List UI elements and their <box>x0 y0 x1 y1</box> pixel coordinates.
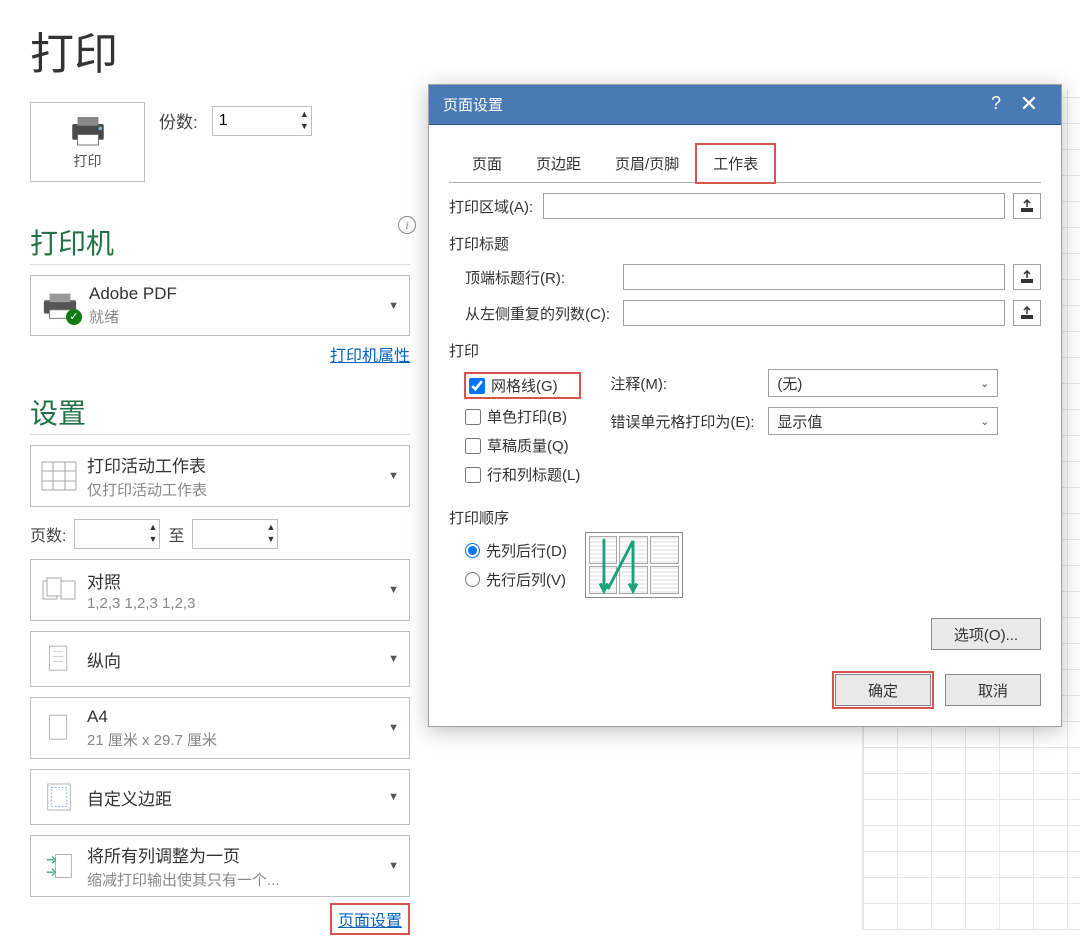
page-icon <box>41 709 77 747</box>
errors-label: 错误单元格打印为(E): <box>610 411 760 432</box>
worksheet-icon <box>41 457 77 495</box>
settings-section-header: 设置 <box>30 392 410 435</box>
top-rows-input[interactable] <box>623 264 1005 290</box>
info-icon[interactable]: i <box>398 216 416 234</box>
print-scope-selector[interactable]: 打印活动工作表 仅打印活动工作表 ▼ <box>30 445 410 507</box>
collapse-dialog-icon[interactable] <box>1013 264 1041 290</box>
page-order-label: 打印顺序 <box>449 507 1041 528</box>
page-setup-link[interactable]: 页面设置 <box>338 913 402 930</box>
gridlines-label: 网格线(G) <box>491 375 558 396</box>
printer-icon <box>67 113 109 149</box>
chevron-down-icon: ▼ <box>388 584 399 596</box>
bw-checkbox[interactable] <box>465 409 481 425</box>
bw-label: 单色打印(B) <box>487 406 567 427</box>
draft-checkbox[interactable] <box>465 438 481 454</box>
rowcol-checkbox-row[interactable]: 行和列标题(L) <box>465 464 580 485</box>
page-setup-link-highlight: 页面设置 <box>330 903 410 935</box>
collapse-dialog-icon[interactable] <box>1013 300 1041 326</box>
scaling-selector[interactable]: 将所有列调整为一页 缩减打印输出使其只有一个... ▼ <box>30 835 410 897</box>
collapse-dialog-icon[interactable] <box>1013 193 1041 219</box>
tab-header-footer[interactable]: 页眉/页脚 <box>598 144 696 183</box>
pages-label: 页数: <box>30 522 66 546</box>
page-title: 打印 <box>30 18 410 82</box>
dialog-tabs: 页面 页边距 页眉/页脚 工作表 <box>449 143 1041 183</box>
page-order-preview <box>585 532 683 598</box>
draft-label: 草稿质量(Q) <box>487 435 569 456</box>
chevron-down-icon: ⌄ <box>980 415 989 428</box>
bw-checkbox-row[interactable]: 单色打印(B) <box>465 406 580 427</box>
order-over-label: 先行后列(V) <box>486 569 566 590</box>
printer-properties-link[interactable]: 打印机属性 <box>330 348 410 365</box>
ready-check-icon: ✓ <box>66 309 82 325</box>
page-setup-dialog: 页面设置 ? ✕ 页面 页边距 页眉/页脚 工作表 打印区域(A): 打印标题 … <box>428 84 1062 727</box>
ok-button[interactable]: 确定 <box>835 674 931 706</box>
printer-device-icon: ✓ <box>41 290 79 322</box>
gridlines-checkbox-row[interactable]: 网格线(G) <box>465 373 580 398</box>
order-over-radio[interactable] <box>465 572 480 587</box>
chevron-down-icon: ▼ <box>388 791 399 803</box>
paper-size-selector[interactable]: A4 21 厘米 x 29.7 厘米 ▼ <box>30 697 410 759</box>
pages-to-input[interactable]: ▲▼ <box>192 519 278 549</box>
copies-input[interactable]: ▲▼ <box>212 106 312 136</box>
chevron-down-icon: ▼ <box>388 722 399 734</box>
printer-name: Adobe PDF <box>89 284 382 304</box>
margins-icon <box>41 778 77 816</box>
copies-label: 份数: <box>159 108 198 133</box>
print-area-label: 打印区域(A): <box>449 196 535 217</box>
order-over-then-down-row[interactable]: 先行后列(V) <box>465 569 567 590</box>
rowcol-label: 行和列标题(L) <box>487 464 580 485</box>
pages-from-input[interactable]: ▲▼ <box>74 519 160 549</box>
draft-checkbox-row[interactable]: 草稿质量(Q) <box>465 435 580 456</box>
dialog-titlebar[interactable]: 页面设置 ? ✕ <box>429 85 1061 125</box>
collate-selector[interactable]: 对照 1,2,3 1,2,3 1,2,3 ▼ <box>30 559 410 621</box>
left-cols-input[interactable] <box>623 300 1005 326</box>
top-rows-label: 顶端标题行(R): <box>465 267 615 288</box>
copies-spinner[interactable]: ▲▼ <box>300 108 309 132</box>
tab-margins[interactable]: 页边距 <box>519 144 598 183</box>
chevron-down-icon: ▼ <box>388 300 399 312</box>
cancel-button[interactable]: 取消 <box>945 674 1041 706</box>
tab-sheet[interactable]: 工作表 <box>696 144 775 183</box>
print-group-label: 打印 <box>449 340 1041 361</box>
order-down-then-over-row[interactable]: 先列后行(D) <box>465 540 567 561</box>
rowcol-checkbox[interactable] <box>465 467 481 483</box>
print-titles-label: 打印标题 <box>449 233 1041 254</box>
pages-to-label: 至 <box>168 522 184 546</box>
copies-field[interactable] <box>213 110 283 132</box>
order-down-label: 先列后行(D) <box>486 540 567 561</box>
close-icon[interactable]: ✕ <box>1009 91 1049 117</box>
comments-label: 注释(M): <box>610 373 760 394</box>
printer-section-header: 打印机 i <box>30 222 410 265</box>
left-cols-label: 从左侧重复的列数(C): <box>465 303 615 324</box>
pages-range-row: 页数: ▲▼ 至 ▲▼ <box>30 519 410 549</box>
chevron-down-icon: ⌄ <box>980 377 989 390</box>
options-button[interactable]: 选项(O)... <box>931 618 1041 650</box>
fit-columns-icon <box>41 847 77 885</box>
chevron-down-icon: ▼ <box>388 653 399 665</box>
printer-selector[interactable]: ✓ Adobe PDF 就绪 ▼ <box>30 275 410 336</box>
comments-select[interactable]: (无)⌄ <box>768 369 998 397</box>
print-settings-pane: 打印 打印 份数: ▲▼ 打印机 i ✓ Adobe PDF 就绪 <box>30 18 410 935</box>
order-down-radio[interactable] <box>465 543 480 558</box>
orientation-selector[interactable]: 纵向 ▼ <box>30 631 410 687</box>
chevron-down-icon: ▼ <box>388 860 399 872</box>
print-button[interactable]: 打印 <box>30 102 145 182</box>
tab-page[interactable]: 页面 <box>455 144 519 183</box>
printer-status: 就绪 <box>89 306 382 327</box>
print-area-input[interactable] <box>543 193 1005 219</box>
help-icon[interactable]: ? <box>991 93 1001 114</box>
gridlines-checkbox[interactable] <box>469 378 485 394</box>
chevron-down-icon: ▼ <box>388 470 399 482</box>
margins-selector[interactable]: 自定义边距 ▼ <box>30 769 410 825</box>
collate-icon <box>41 571 77 609</box>
print-button-label: 打印 <box>74 151 102 171</box>
portrait-icon <box>41 640 77 678</box>
dialog-title: 页面设置 <box>443 94 503 115</box>
errors-select[interactable]: 显示值⌄ <box>768 407 998 435</box>
